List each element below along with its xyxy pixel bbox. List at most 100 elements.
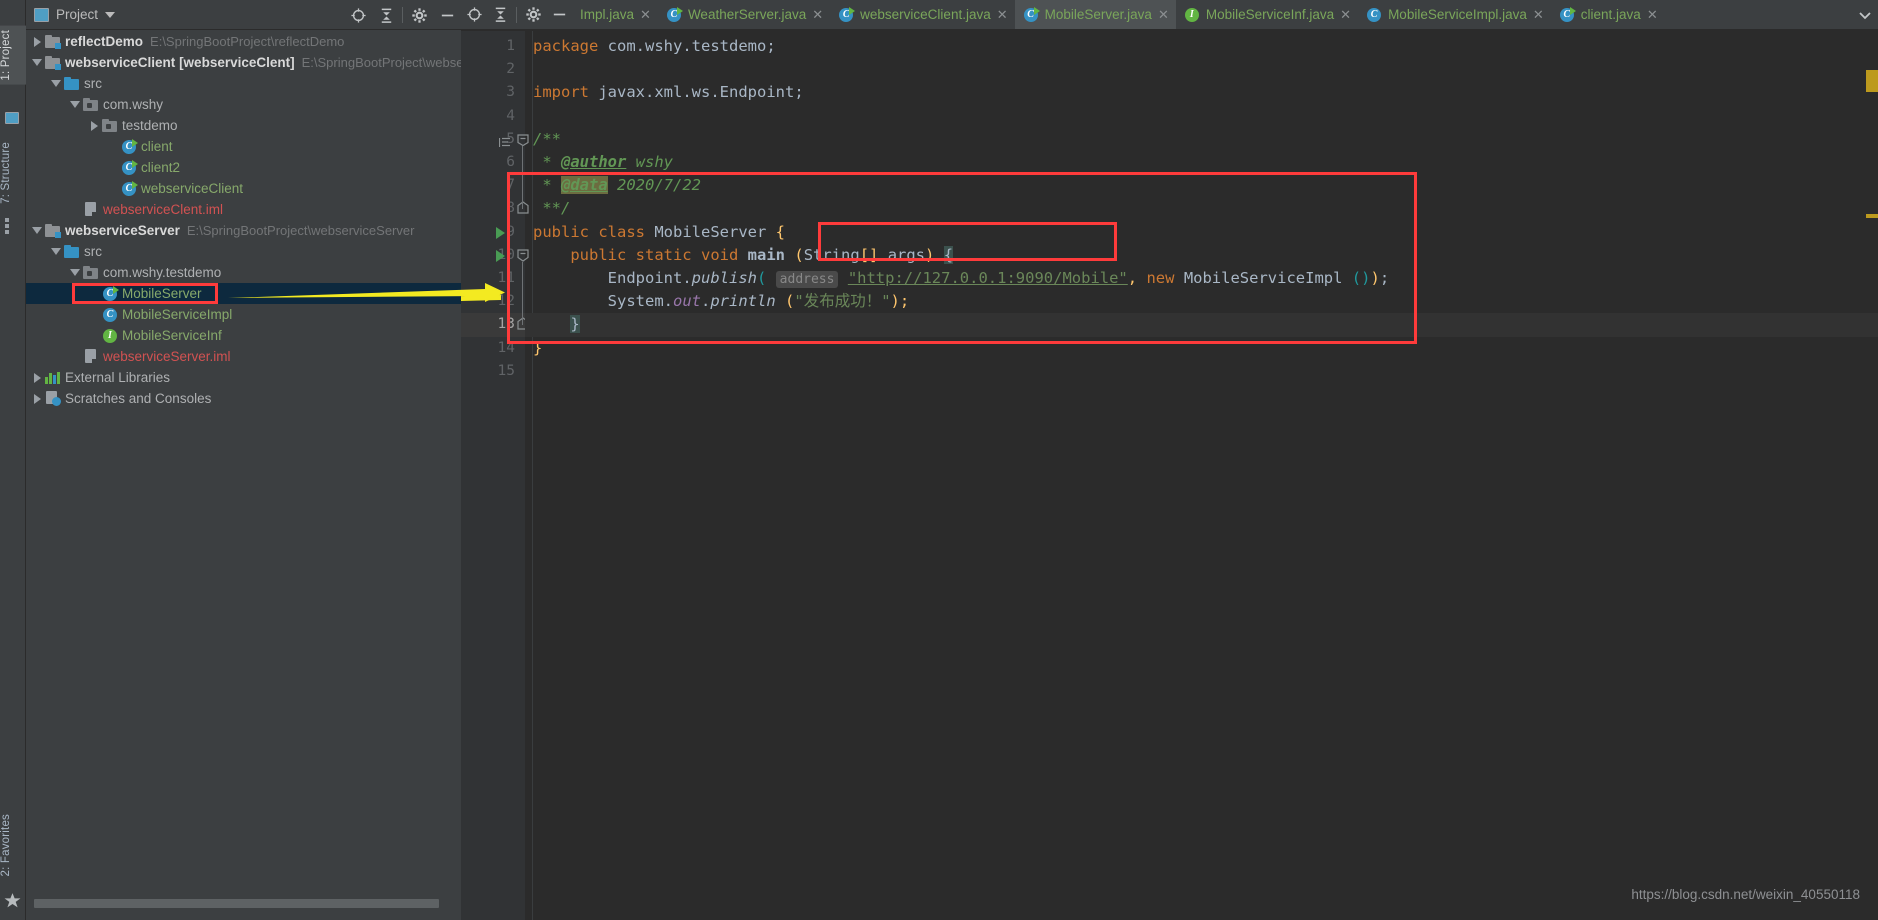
source-folder-icon bbox=[64, 77, 80, 90]
code-line-3[interactable]: import javax.xml.ws.Endpoint; bbox=[533, 81, 804, 104]
external-libraries-icon bbox=[45, 371, 61, 384]
tool-button-project[interactable]: 1: Project bbox=[0, 26, 26, 85]
code-line-7[interactable]: * @data 2020/7/22 bbox=[533, 174, 701, 197]
minus-icon[interactable] bbox=[546, 0, 572, 29]
hide-window-icon[interactable] bbox=[433, 0, 461, 30]
editor-tab-weatherserver-java[interactable]: C WeatherServer.java ✕ bbox=[658, 0, 830, 29]
settings-gear-icon[interactable] bbox=[520, 0, 546, 29]
tree-item-client[interactable]: Cclient bbox=[26, 136, 461, 157]
tree-twisty-expanded[interactable] bbox=[68, 262, 82, 283]
javadoc-render-icon[interactable] bbox=[498, 134, 511, 152]
tree-twisty-expanded[interactable] bbox=[30, 220, 44, 241]
project-tree[interactable]: reflectDemo E:\SpringBootProject\reflectD… bbox=[26, 31, 461, 891]
project-panel-actions bbox=[344, 0, 461, 30]
close-icon[interactable]: ✕ bbox=[1533, 8, 1544, 21]
tree-twisty-expanded[interactable] bbox=[68, 94, 82, 115]
tree-twisty-collapsed[interactable] bbox=[87, 115, 101, 136]
tree-twisty-expanded[interactable] bbox=[30, 52, 44, 73]
collapse-all-icon[interactable] bbox=[372, 0, 400, 30]
code-line-11[interactable]: Endpoint.publish( address "http://127.0.… bbox=[533, 267, 1389, 290]
star-icon bbox=[4, 892, 21, 908]
tree-item-label: client bbox=[141, 139, 173, 154]
close-icon[interactable]: ✕ bbox=[1158, 8, 1169, 21]
code-line-10[interactable]: public static void main (String[] args) … bbox=[533, 244, 954, 267]
code-line-8[interactable]: **/ bbox=[533, 197, 570, 220]
close-icon[interactable]: ✕ bbox=[640, 8, 651, 21]
tool-button-structure[interactable]: 7: Structure bbox=[0, 138, 26, 208]
editor-tab-mobileserviceimpl-java[interactable]: C MobileServiceImpl.java ✕ bbox=[1358, 0, 1551, 29]
tree-twisty-collapsed[interactable] bbox=[30, 388, 44, 409]
close-icon[interactable]: ✕ bbox=[1647, 8, 1658, 21]
tree-item-src[interactable]: src bbox=[26, 241, 461, 262]
code-line-14[interactable]: } bbox=[533, 337, 542, 360]
run-gutter-icon-line-10[interactable] bbox=[496, 249, 505, 262]
package-icon bbox=[83, 98, 99, 111]
tree-item-label: src bbox=[84, 76, 102, 91]
line-number-11: 11 bbox=[497, 270, 515, 286]
editor-tab-webserviceclient-java[interactable]: CwebserviceClient.java ✕ bbox=[830, 0, 1014, 29]
scroll-marker-top[interactable] bbox=[1866, 70, 1878, 92]
tree-item-testdemo[interactable]: testdemo bbox=[26, 115, 461, 136]
tree-item-webserviceserver[interactable]: webserviceServer E:\SpringBootProject\web… bbox=[26, 220, 461, 241]
tree-item-label: MobileServiceImpl bbox=[122, 307, 233, 322]
tree-twisty-collapsed[interactable] bbox=[30, 367, 44, 388]
code-line-1[interactable]: package com.wshy.testdemo; bbox=[533, 35, 776, 58]
editor-marker-bar[interactable] bbox=[1866, 62, 1878, 920]
tree-item-mobileserviceinf[interactable]: I MobileServiceInf bbox=[26, 325, 461, 346]
tree-item-reflectdemo[interactable]: reflectDemo E:\SpringBootProject\reflectD… bbox=[26, 31, 461, 52]
close-icon[interactable]: ✕ bbox=[1340, 8, 1351, 21]
project-tree-horizontal-scrollbar[interactable] bbox=[34, 899, 439, 908]
tree-item-external[interactable]: External Libraries bbox=[26, 367, 461, 388]
tab-overflow-chevron-down-icon[interactable] bbox=[1852, 0, 1878, 29]
editor-horizontal-scrollbar[interactable] bbox=[461, 910, 1878, 920]
code-line-9[interactable]: public class MobileServer { bbox=[533, 221, 785, 244]
package-icon bbox=[83, 266, 99, 279]
tree-twisty-none bbox=[87, 283, 101, 304]
run-gutter-icon-line-9[interactable] bbox=[496, 226, 505, 239]
tree-item-src[interactable]: src bbox=[26, 73, 461, 94]
target-icon[interactable] bbox=[461, 0, 487, 29]
java-class-icon: C bbox=[1366, 7, 1382, 23]
scroll-marker-warning[interactable] bbox=[1866, 214, 1878, 218]
tree-item-webserviceserver.iml[interactable]: webserviceServer.iml bbox=[26, 346, 461, 367]
editor-tab-label: MobileServer.java bbox=[1044, 7, 1152, 22]
tree-item-webserviceclent.iml[interactable]: webserviceClent.iml bbox=[26, 199, 461, 220]
tool-button-favorites[interactable]: 2: Favorites bbox=[0, 810, 26, 880]
editor-tab-impl-java[interactable]: Impl.java ✕ bbox=[572, 0, 658, 29]
tree-item-mobileserver[interactable]: C MobileServer bbox=[26, 283, 461, 304]
tree-item-mobileserviceimpl[interactable]: C MobileServiceImpl bbox=[26, 304, 461, 325]
code-line-5[interactable]: /** bbox=[533, 128, 561, 151]
project-icon bbox=[5, 112, 21, 128]
tree-twisty-collapsed[interactable] bbox=[30, 31, 44, 52]
tree-item-webserviceclient[interactable]: CwebserviceClient bbox=[26, 178, 461, 199]
editor-tab-label: webserviceClient.java bbox=[860, 7, 991, 22]
code-line-13[interactable]: } bbox=[533, 313, 580, 336]
target-icon[interactable] bbox=[344, 0, 372, 30]
code-line-12[interactable]: System.out.println ("发布成功！"); bbox=[533, 290, 910, 313]
code-content[interactable]: package com.wshy.testdemo; import javax.x… bbox=[525, 31, 1878, 920]
tree-item-label: webserviceServer bbox=[65, 223, 180, 238]
tree-item-label: webserviceClient [webserviceClent] bbox=[65, 55, 295, 70]
code-line-6[interactable]: * @author wshy bbox=[533, 151, 673, 174]
editor-tab-mobileserver-java[interactable]: C MobileServer.java ✕ bbox=[1014, 0, 1176, 29]
close-icon[interactable]: ✕ bbox=[812, 8, 823, 21]
tree-item-client2[interactable]: Cclient2 bbox=[26, 157, 461, 178]
code-editor[interactable]: 1 2 3 4 5 6 7 8 9 10 11 12 13 14 15 package com.wshy.t… bbox=[461, 31, 1878, 920]
tree-twisty-expanded[interactable] bbox=[49, 241, 63, 262]
left-tool-window-strip: 1: Project 7: Structure 2: Favorites bbox=[0, 0, 26, 920]
tree-item-scratches[interactable]: Scratches and Consoles bbox=[26, 388, 461, 409]
editor-tab-client-java[interactable]: Cclient.java ✕ bbox=[1551, 0, 1665, 29]
tool-button-project-label: 1: Project bbox=[0, 30, 12, 81]
tree-twisty-expanded[interactable] bbox=[49, 73, 63, 94]
collapse-all-icon[interactable] bbox=[487, 0, 513, 29]
close-icon[interactable]: ✕ bbox=[997, 8, 1008, 21]
chevron-down-icon[interactable] bbox=[105, 11, 116, 18]
project-panel-header: Project bbox=[26, 0, 461, 30]
editor-gutter[interactable]: 1 2 3 4 5 6 7 8 9 10 11 12 13 14 15 bbox=[461, 31, 529, 920]
settings-gear-icon[interactable] bbox=[405, 0, 433, 30]
tree-item-webserviceclient[interactable]: webserviceClient [webserviceClent] E:\Spr… bbox=[26, 52, 461, 73]
editor-tab-mobileserviceinf-java[interactable]: I MobileServiceInf.java ✕ bbox=[1176, 0, 1358, 29]
tree-item-com.wshy[interactable]: com.wshy bbox=[26, 94, 461, 115]
tree-item-label: com.wshy.testdemo bbox=[103, 265, 222, 280]
tree-item-com.wshy.testdemo[interactable]: com.wshy.testdemo bbox=[26, 262, 461, 283]
